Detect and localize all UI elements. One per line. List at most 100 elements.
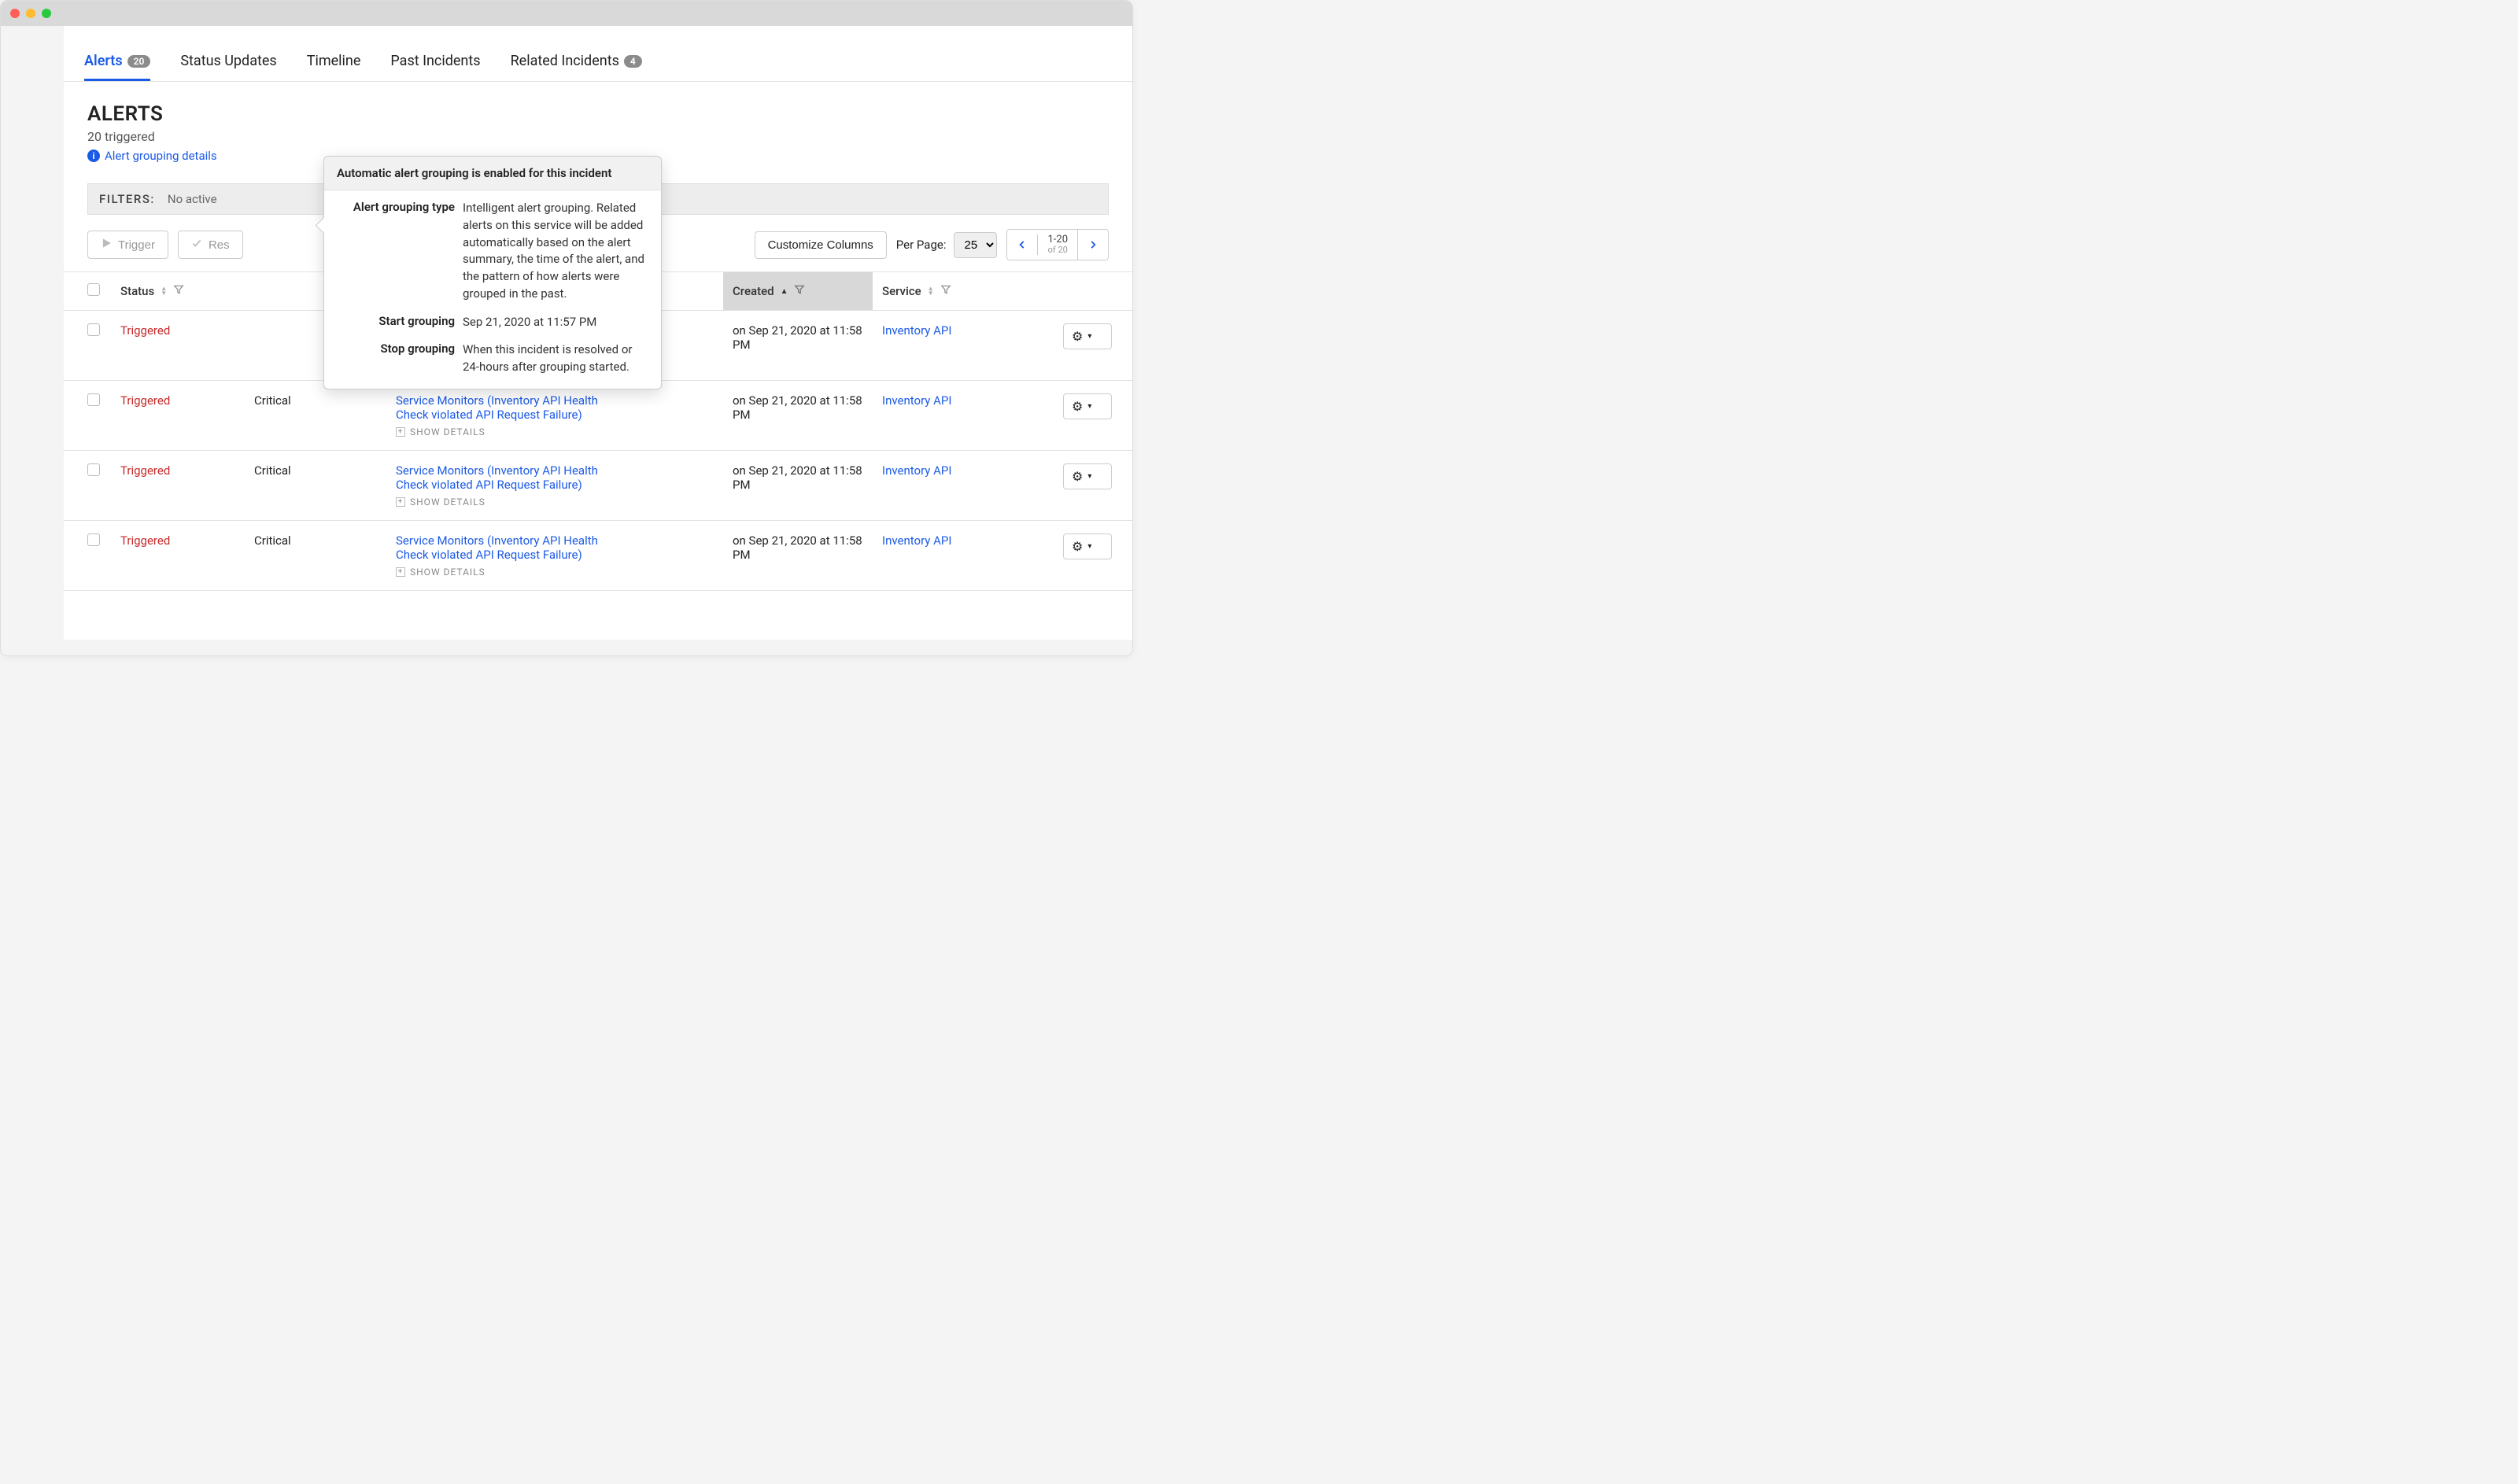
col-label: Status bbox=[120, 284, 154, 298]
per-page-label: Per Page: bbox=[896, 238, 947, 252]
tab-badge: 4 bbox=[624, 55, 642, 68]
play-icon bbox=[101, 238, 112, 252]
expand-icon: + bbox=[396, 427, 405, 437]
row-checkbox[interactable] bbox=[87, 323, 100, 336]
col-select-all[interactable] bbox=[64, 272, 111, 311]
popover-type-value: Intelligent alert grouping. Related aler… bbox=[463, 200, 648, 303]
row-checkbox[interactable] bbox=[87, 393, 100, 406]
alert-summary-link[interactable]: Service Monitors (Inventory API HealthCh… bbox=[396, 393, 714, 422]
status-text: Triggered bbox=[120, 323, 170, 338]
pager-range-top: 1-20 bbox=[1047, 234, 1068, 245]
pager-next[interactable] bbox=[1078, 234, 1108, 255]
pager-range: 1-20 of 20 bbox=[1038, 230, 1078, 260]
created-text: on Sep 21, 2020 at 11:58 PM bbox=[733, 323, 862, 352]
col-service[interactable]: Service ▲▼ bbox=[873, 272, 1054, 311]
titlebar bbox=[1, 1, 1132, 26]
service-link[interactable]: Inventory API bbox=[882, 463, 951, 478]
service-link[interactable]: Inventory API bbox=[882, 533, 951, 548]
chevron-down-icon: ▾ bbox=[1087, 472, 1091, 481]
popover-stop-value: When this incident is resolved or 24-hou… bbox=[463, 341, 648, 376]
gear-icon: ⚙ bbox=[1072, 539, 1083, 554]
col-label: Created bbox=[733, 284, 774, 298]
row-checkbox[interactable] bbox=[87, 533, 100, 546]
per-page-select[interactable]: 25 bbox=[954, 232, 997, 258]
row-actions-menu[interactable]: ⚙ ▾ bbox=[1063, 323, 1112, 349]
pager-prev[interactable] bbox=[1007, 234, 1038, 255]
main-panel: Alerts 20 Status Updates Timeline Past I… bbox=[64, 26, 1132, 640]
status-text: Triggered bbox=[120, 393, 170, 408]
sort-asc-icon: ▲ bbox=[781, 287, 788, 296]
app-window: Alerts 20 Status Updates Timeline Past I… bbox=[0, 0, 1133, 656]
customize-columns-button[interactable]: Customize Columns bbox=[755, 231, 887, 259]
status-text: Triggered bbox=[120, 463, 170, 478]
row-checkbox[interactable] bbox=[87, 463, 100, 476]
popover-type-label: Alert grouping type bbox=[337, 200, 455, 303]
window-maximize-icon[interactable] bbox=[42, 9, 51, 18]
table-row: Triggered Critical Service Monitors (Inv… bbox=[64, 451, 1132, 521]
table-row: Triggered Critical Service Monitors (Inv… bbox=[64, 381, 1132, 451]
tab-status-updates[interactable]: Status Updates bbox=[180, 53, 276, 81]
triggered-count: 20 triggered bbox=[87, 129, 1109, 144]
alert-summary-link[interactable]: Service Monitors (Inventory API HealthCh… bbox=[396, 463, 714, 492]
gear-icon: ⚙ bbox=[1072, 329, 1083, 344]
created-text: on Sep 21, 2020 at 11:58 PM bbox=[733, 533, 862, 562]
tab-timeline[interactable]: Timeline bbox=[307, 53, 361, 81]
chevron-down-icon: ▾ bbox=[1087, 542, 1091, 551]
sort-icon: ▲▼ bbox=[161, 286, 167, 297]
status-text: Triggered bbox=[120, 533, 170, 548]
popover-title: Automatic alert grouping is enabled for … bbox=[324, 157, 661, 190]
tab-label: Related Incidents bbox=[511, 53, 619, 69]
show-details-toggle[interactable]: + SHOW DETAILS bbox=[396, 426, 714, 437]
popover-start-label: Start grouping bbox=[337, 314, 455, 331]
service-link[interactable]: Inventory API bbox=[882, 323, 951, 338]
sort-icon: ▲▼ bbox=[928, 286, 934, 297]
tabs-nav: Alerts 20 Status Updates Timeline Past I… bbox=[64, 26, 1132, 82]
col-status[interactable]: Status ▲▼ bbox=[111, 272, 245, 311]
tab-related-incidents[interactable]: Related Incidents 4 bbox=[511, 53, 642, 81]
service-link[interactable]: Inventory API bbox=[882, 393, 951, 408]
expand-icon: + bbox=[396, 567, 405, 577]
resolve-button[interactable]: Res bbox=[178, 231, 243, 259]
pager: 1-20 of 20 bbox=[1006, 229, 1109, 260]
grouping-link-label: Alert grouping details bbox=[105, 149, 217, 163]
window-minimize-icon[interactable] bbox=[26, 9, 35, 18]
tab-past-incidents[interactable]: Past Incidents bbox=[390, 53, 480, 81]
popover-stop-label: Stop grouping bbox=[337, 341, 455, 376]
created-text: on Sep 21, 2020 at 11:58 PM bbox=[733, 393, 862, 422]
trigger-button[interactable]: Trigger bbox=[87, 231, 168, 259]
row-actions-menu[interactable]: ⚙ ▾ bbox=[1063, 463, 1112, 489]
filters-label: FILTERS: bbox=[99, 192, 155, 206]
tab-label: Timeline bbox=[307, 53, 361, 69]
alert-summary-link[interactable]: Service Monitors (Inventory API HealthCh… bbox=[396, 533, 714, 562]
tab-badge: 20 bbox=[127, 55, 151, 68]
tab-alerts[interactable]: Alerts 20 bbox=[84, 53, 150, 81]
show-details-label: SHOW DETAILS bbox=[410, 426, 486, 437]
tab-label: Past Incidents bbox=[390, 53, 480, 69]
severity-text: Critical bbox=[254, 463, 291, 478]
expand-icon: + bbox=[396, 497, 405, 507]
col-label: Service bbox=[882, 284, 921, 298]
filter-icon bbox=[173, 284, 184, 298]
pager-range-bottom: of 20 bbox=[1048, 245, 1068, 255]
table-row: Triggered Critical Service Monitors (Inv… bbox=[64, 521, 1132, 591]
show-details-toggle[interactable]: + SHOW DETAILS bbox=[396, 567, 714, 578]
severity-text: Critical bbox=[254, 393, 291, 408]
button-label: Res bbox=[209, 238, 230, 252]
show-details-label: SHOW DETAILS bbox=[410, 567, 486, 578]
severity-text: Critical bbox=[254, 533, 291, 548]
window-close-icon[interactable] bbox=[10, 9, 20, 18]
filter-icon bbox=[794, 284, 805, 298]
show-details-label: SHOW DETAILS bbox=[410, 497, 486, 508]
row-actions-menu[interactable]: ⚙ ▾ bbox=[1063, 393, 1112, 419]
alert-grouping-popover: Automatic alert grouping is enabled for … bbox=[323, 156, 662, 389]
chevron-down-icon: ▾ bbox=[1087, 402, 1091, 411]
info-icon: i bbox=[87, 150, 100, 162]
col-actions bbox=[1054, 272, 1132, 311]
popover-start-value: Sep 21, 2020 at 11:57 PM bbox=[463, 314, 648, 331]
per-page-control: Per Page: 25 bbox=[896, 232, 998, 258]
show-details-toggle[interactable]: + SHOW DETAILS bbox=[396, 497, 714, 508]
col-created[interactable]: Created ▲ bbox=[723, 272, 873, 311]
tab-label: Alerts bbox=[84, 53, 123, 69]
button-label: Customize Columns bbox=[768, 238, 873, 252]
row-actions-menu[interactable]: ⚙ ▾ bbox=[1063, 533, 1112, 559]
